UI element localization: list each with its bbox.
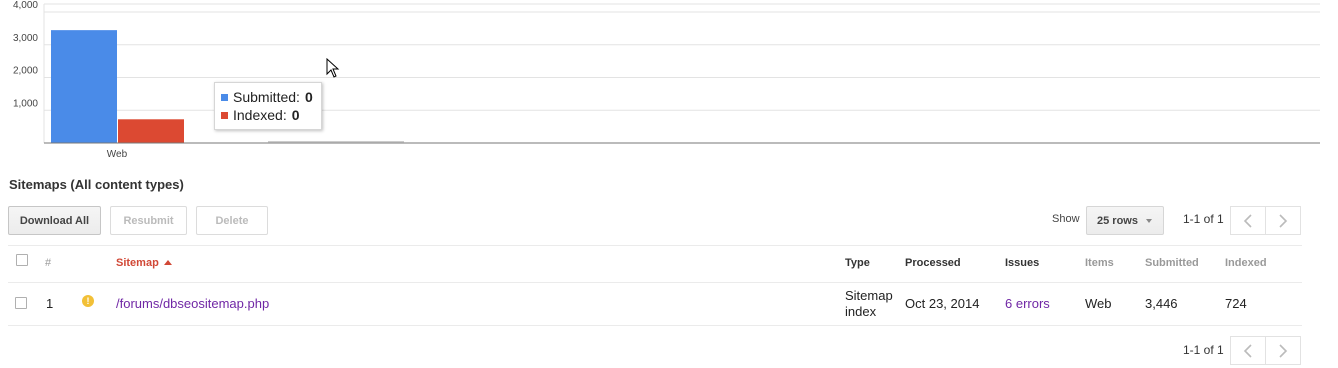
col-header-issues[interactable]: Issues [1005,257,1039,269]
tooltip-row-indexed: Indexed: 0 [221,106,321,124]
y-tick-label: 2,000 [13,66,38,77]
pager-prev-button-top[interactable] [1230,206,1266,235]
y-tick-label: 4,000 [13,0,38,11]
col-header-indexed: Indexed [1225,257,1267,269]
y-tick-label: 3,000 [13,33,38,44]
pager-prev-button-bottom[interactable] [1230,336,1266,365]
chevron-left-icon [1243,343,1252,358]
sitemap-link[interactable]: /forums/dbseositemap.php [116,296,269,311]
col-header-type[interactable]: Type [845,257,870,269]
sitemap-bar-chart: 1,000 2,000 3,000 4,000 Web [13,0,1320,160]
issues-link[interactable]: 6 errors [1005,296,1050,311]
mouse-cursor-icon [326,58,340,78]
col-header-sitemap[interactable]: Sitemap [116,257,172,269]
sitemap-type: Sitemap index [845,288,893,320]
col-header-items: Items [1085,257,1114,269]
rows-per-page-select[interactable]: 25 rows [1086,206,1164,235]
submitted-value: 3,446 [1145,296,1178,311]
bar-submitted [51,30,117,143]
y-tick-label: 1,000 [13,98,38,109]
chart-tooltip: Submitted: 0 Indexed: 0 [214,82,322,130]
tooltip-row-submitted: Submitted: 0 [221,88,321,106]
pager-next-button-bottom[interactable] [1265,336,1301,365]
delete-button[interactable]: Delete [196,206,268,235]
table-bottom-divider [8,325,1302,326]
sitemap-type-line1: Sitemap [845,288,893,303]
row-checkbox[interactable] [15,297,27,309]
show-label: Show [1052,213,1080,225]
pager-next-button-top[interactable] [1265,206,1301,235]
tooltip-submitted-label: Submitted: [233,89,300,105]
tooltip-submitted-value: 0 [304,89,313,105]
chevron-left-icon [1243,213,1252,228]
items-value: Web [1085,296,1112,311]
tooltip-indexed-value: 0 [291,107,300,123]
tooltip-indexed-label: Indexed: [233,107,287,123]
bar-indexed [118,119,184,143]
indexed-swatch [221,111,228,119]
col-header-sitemap-label: Sitemap [116,257,159,269]
select-all-checkbox[interactable] [16,254,28,266]
sort-ascending-icon [163,260,172,265]
pager-count-top: 1-1 of 1 [1183,212,1224,226]
table-top-divider [8,245,1302,246]
header-divider [8,282,1302,283]
processed-date: Oct 23, 2014 [905,296,980,311]
pager-count-bottom: 1-1 of 1 [1183,343,1224,357]
rows-per-page-value: 25 rows [1097,214,1138,227]
section-title: Sitemaps (All content types) [9,177,184,192]
sitemap-type-line2: index [845,304,877,319]
x-tick-label: Web [107,149,128,160]
indexed-value: 724 [1225,296,1247,311]
warning-icon: ! [82,295,94,307]
chevron-right-icon [1279,343,1288,358]
download-all-button[interactable]: Download All [8,206,101,235]
col-header-number: # [45,257,52,269]
row-number: 1 [46,296,54,311]
col-header-processed[interactable]: Processed [905,257,961,269]
chevron-right-icon [1279,213,1288,228]
submitted-swatch [221,93,228,101]
dropdown-caret-icon [1145,218,1152,223]
resubmit-button[interactable]: Resubmit [110,206,187,235]
col-header-submitted: Submitted [1145,257,1199,269]
